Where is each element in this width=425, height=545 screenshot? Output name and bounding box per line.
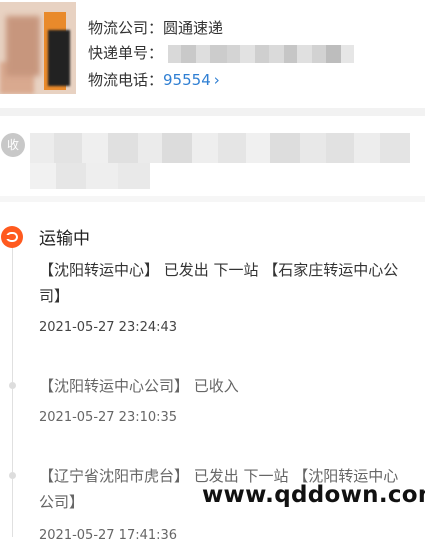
section-divider-2 (0, 196, 425, 202)
courier-phone-row: 物流电话：95554 › (88, 68, 220, 92)
timeline-event-text: 【沈阳转运中心公司】 已收入 (39, 377, 239, 395)
courier-company-row: 物流公司：圆通速递 (88, 16, 223, 40)
timeline-dot (9, 472, 16, 479)
status-title: 运输中 (39, 229, 90, 249)
section-divider (0, 108, 425, 116)
receiver-badge: 收 (1, 133, 25, 157)
receiver-address-redacted-line2 (30, 163, 150, 189)
courier-company-value: 圆通速递 (163, 19, 224, 37)
courier-company-label: 物流公司： (88, 19, 164, 37)
tracking-number-row: 快递单号： (88, 41, 163, 65)
timeline-event-time: 2021-05-27 23:10:35 (39, 410, 178, 425)
chevron-right-icon[interactable]: › (214, 71, 220, 89)
timeline-event-time: 2021-05-27 23:24:43 (39, 320, 178, 335)
truck-icon (1, 226, 23, 248)
tracking-number-label: 快递单号： (88, 44, 164, 62)
watermark: www.qddown.com (202, 482, 425, 508)
timeline-event-text: 【沈阳转运中心】 已发出 下一站 【石家庄转运中心公司】 (39, 261, 399, 305)
tracking-number-redacted (168, 45, 354, 63)
timeline-dot (9, 382, 16, 389)
timeline-event-time: 2021-05-27 17:41:36 (39, 528, 178, 543)
product-thumbnail (0, 2, 76, 94)
courier-phone-label: 物流电话： (88, 71, 164, 89)
receiver-address-redacted (30, 133, 410, 163)
courier-phone-link[interactable]: 95554 (163, 71, 211, 89)
